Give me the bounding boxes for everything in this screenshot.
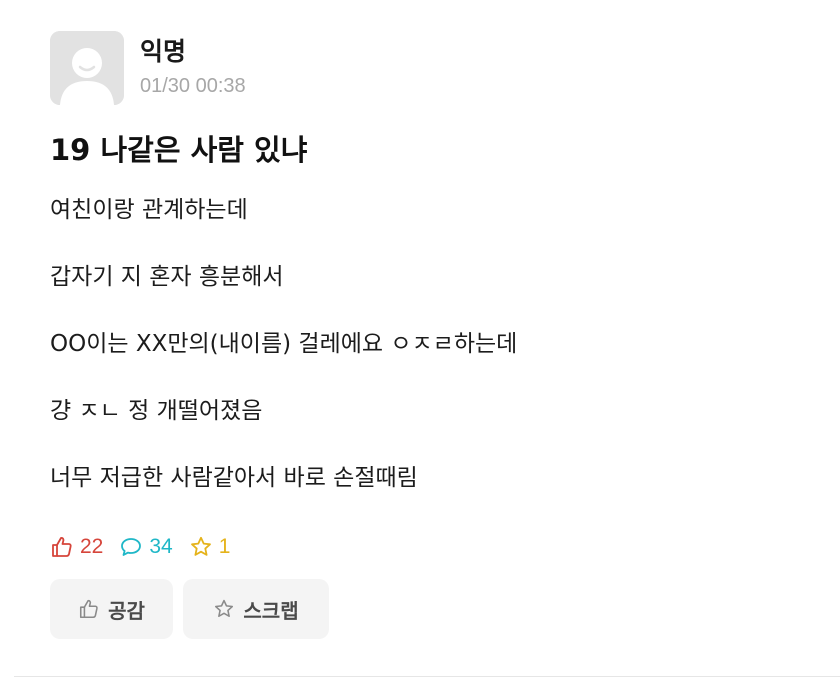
thumbs-up-icon [80,599,98,619]
like-count: 22 [80,535,104,558]
post-header: 익명 01/30 00:38 [50,30,246,106]
avatar[interactable] [50,31,124,105]
scrap-button[interactable]: 스크랩 [183,579,329,639]
scrap-count: 1 [218,535,231,558]
bottom-divider [14,676,840,677]
anonymous-avatar-icon [50,31,124,105]
body-line: 갑자기 지 혼자 흥분해서 [50,264,284,290]
comment-count: 34 [149,535,173,558]
comment-count-stat: 34 [119,535,173,559]
body-line: 걍 ㅈㄴ 정 개떨어졌음 [50,398,263,424]
body-line: OO이는 XX만의(내이름) 걸레에요 ㅇㅈㄹ하는데 [50,331,518,357]
author-name: 익명 [140,37,187,66]
scrap-count-stat: 1 [189,535,231,559]
star-icon [215,599,234,618]
body-line: 여친이랑 관계하는데 [50,197,248,223]
like-count-stat: 22 [50,535,103,559]
star-icon [190,536,211,556]
post-actions: 공감 스크랩 [50,579,339,639]
like-button-label: 공감 [108,598,145,623]
speech-bubble-icon [121,538,142,556]
thumbs-up-icon [52,537,72,557]
post-timestamp: 01/30 00:38 [140,75,246,97]
post-stats: 22 34 1 [50,531,246,563]
like-button[interactable]: 공감 [50,579,173,639]
author-block: 익명 01/30 00:38 [140,36,246,100]
post-container: 익명 01/30 00:38 19 나같은 사람 있냐 여친이랑 관계하는데 갑… [0,0,840,679]
post-body: 여친이랑 관계하는데 갑자기 지 혼자 흥분해서 OO이는 XX만의(내이름) … [50,188,517,523]
scrap-button-label: 스크랩 [243,598,299,623]
body-line: 너무 저급한 사람같아서 바로 손절때림 [50,465,418,491]
post-title: 19 나같은 사람 있냐 [50,133,308,167]
